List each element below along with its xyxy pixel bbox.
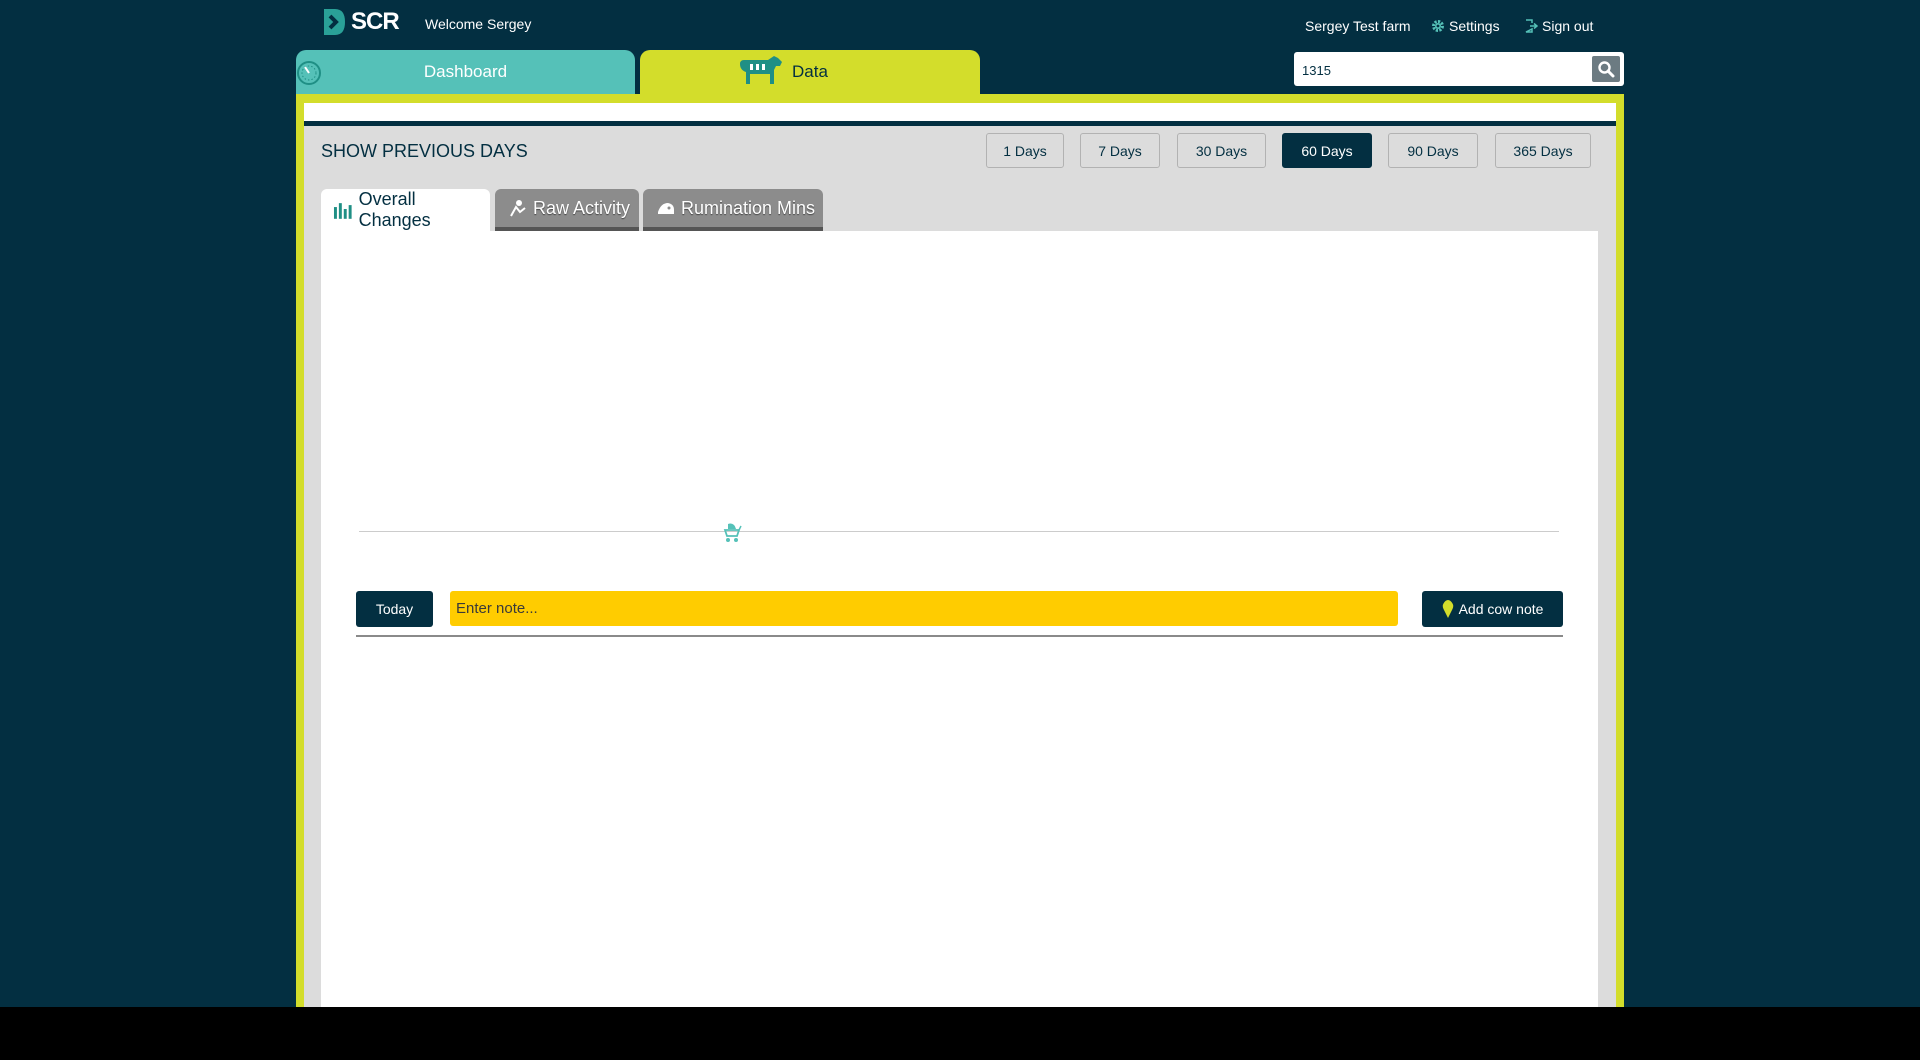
brand-name: SCR (351, 8, 400, 35)
rumination-icon (658, 203, 674, 214)
period-7-days-button[interactable]: 7 Days (1080, 133, 1160, 168)
settings-link[interactable]: Settings (1431, 18, 1500, 34)
timeline-axis (359, 531, 1559, 532)
period-90-days-button[interactable]: 90 Days (1388, 133, 1478, 168)
tab-data[interactable]: Data (640, 50, 980, 94)
tab-raw-activity[interactable]: Raw Activity (495, 189, 639, 231)
search-box (1294, 52, 1624, 86)
add-cow-note-label: Add cow note (1458, 601, 1544, 617)
tab-dashboard[interactable]: Dashboard (296, 50, 635, 94)
stroller-icon[interactable] (722, 521, 742, 543)
scr-logo[interactable]: SCR (321, 7, 400, 37)
welcome-text: Welcome Sergey (425, 16, 532, 32)
sign-out-icon (1525, 19, 1538, 33)
period-365-days-button[interactable]: 365 Days (1495, 133, 1591, 168)
period-60-days-button[interactable]: 60 Days (1282, 133, 1372, 168)
overall-changes-content: Today Add cow note (321, 231, 1598, 1007)
search-icon (1598, 61, 1615, 78)
notes-divider (356, 635, 1563, 637)
cow-icon (740, 56, 782, 84)
activity-icon (510, 200, 526, 217)
show-previous-days-label: SHOW PREVIOUS DAYS (321, 141, 528, 161)
period-1-days-button[interactable]: 1 Days (986, 133, 1064, 168)
data-panel-frame: SHOW PREVIOUS DAYS 1 Days 7 Days 30 Days… (296, 94, 1624, 1007)
bottom-bar (0, 1007, 1920, 1060)
period-30-days-button[interactable]: 30 Days (1177, 133, 1266, 168)
gear-icon (1432, 20, 1444, 32)
signout-label: Sign out (1542, 18, 1594, 34)
header-strip (304, 103, 1616, 121)
scr-logo-icon (324, 9, 345, 35)
map-pin-icon (1442, 600, 1453, 618)
bar-chart-icon (333, 203, 352, 219)
data-panel: SHOW PREVIOUS DAYS 1 Days 7 Days 30 Days… (304, 103, 1616, 1007)
tab-rumination-mins[interactable]: Rumination Mins (643, 189, 823, 231)
gauge-icon (297, 61, 321, 85)
today-button[interactable]: Today (356, 591, 433, 627)
tab-data-label: Data (792, 62, 828, 81)
tab-dashboard-label: Dashboard (423, 62, 508, 81)
settings-label: Settings (1449, 18, 1500, 34)
tab-overall-changes[interactable]: Overall Changes (321, 189, 490, 231)
note-input[interactable] (450, 591, 1398, 626)
tab-raw-activity-label: Raw Activity (533, 197, 631, 218)
add-cow-note-button[interactable]: Add cow note (1422, 591, 1563, 627)
search-button[interactable] (1592, 56, 1620, 82)
divider (304, 121, 1616, 126)
tab-overall-changes-label: Overall Changes (358, 189, 431, 230)
farm-name: Sergey Test farm (1305, 18, 1411, 34)
search-input[interactable] (1300, 58, 1584, 82)
tab-rumination-mins-label: Rumination Mins (681, 197, 816, 218)
signout-link[interactable]: Sign out (1524, 18, 1593, 34)
